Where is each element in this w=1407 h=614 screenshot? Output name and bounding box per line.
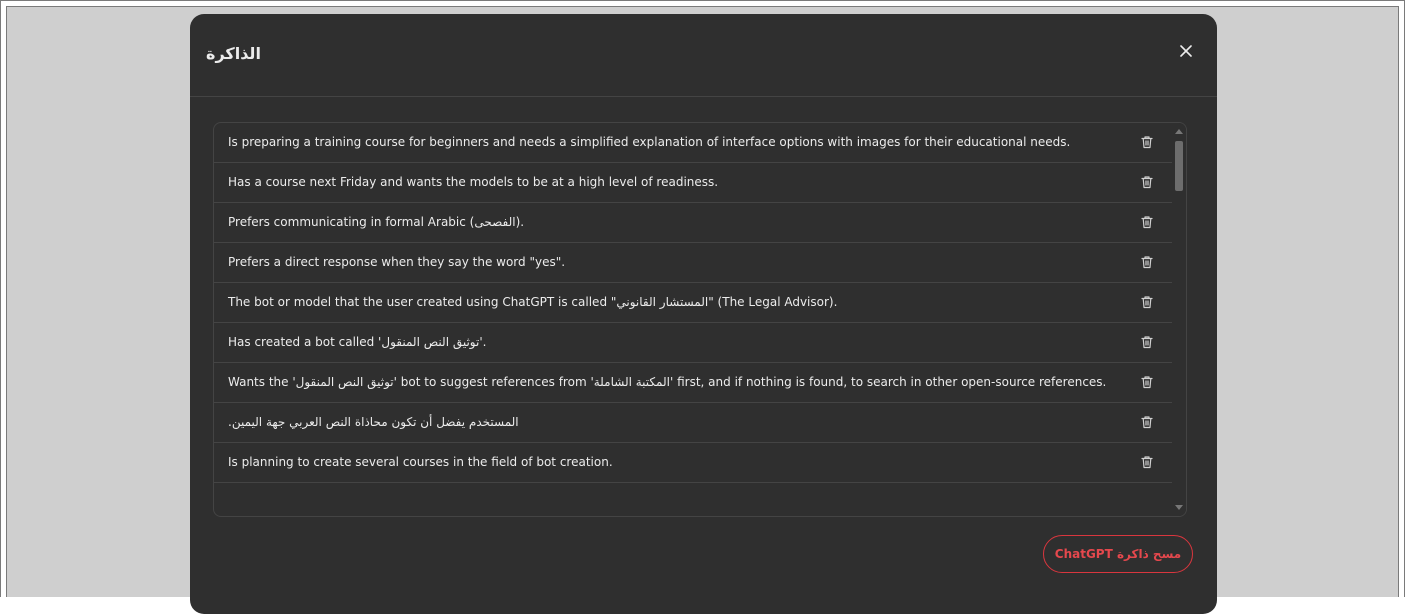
memory-row: Prefers communicating in formal Arabic (… xyxy=(214,203,1172,243)
scrollbar[interactable] xyxy=(1172,123,1186,516)
clear-memory-button[interactable]: مسح ذاكرة ChatGPT xyxy=(1043,535,1193,573)
memory-text: Is preparing a training course for begin… xyxy=(228,135,1071,149)
memory-row: Wants the 'توثيق النص المنقول' bot to su… xyxy=(214,363,1172,403)
trash-icon[interactable] xyxy=(1140,135,1154,149)
memory-text: Is planning to create several courses in… xyxy=(228,455,613,469)
memory-row: Prefers a direct response when they say … xyxy=(214,243,1172,283)
memory-text: .المستخدم يفضل أن تكون محاذاة النص العرب… xyxy=(228,415,519,429)
close-icon xyxy=(1180,45,1192,57)
trash-icon[interactable] xyxy=(1140,455,1154,469)
trash-icon[interactable] xyxy=(1140,335,1154,349)
scroll-down-arrow[interactable] xyxy=(1175,505,1183,510)
memory-row: Has a course next Friday and wants the m… xyxy=(214,163,1172,203)
memory-row: The bot or model that the user created u… xyxy=(214,283,1172,323)
memory-text: Has created a bot called 'توثيق النص الم… xyxy=(228,335,487,349)
memory-row: Is preparing a training course for begin… xyxy=(214,123,1172,163)
memory-row: .المستخدم يفضل أن تكون محاذاة النص العرب… xyxy=(214,403,1172,443)
trash-icon[interactable] xyxy=(1140,215,1154,229)
memory-text: Has a course next Friday and wants the m… xyxy=(228,175,719,189)
memory-row: Has created a bot called 'توثيق النص الم… xyxy=(214,323,1172,363)
trash-icon[interactable] xyxy=(1140,375,1154,389)
scroll-up-arrow[interactable] xyxy=(1175,129,1183,134)
memory-text: The bot or model that the user created u… xyxy=(228,295,838,309)
trash-icon[interactable] xyxy=(1140,255,1154,269)
memory-text: Prefers communicating in formal Arabic (… xyxy=(228,215,525,229)
modal-header: الذاكرة xyxy=(190,14,1217,97)
close-button[interactable] xyxy=(1175,40,1197,62)
trash-icon[interactable] xyxy=(1140,175,1154,189)
memory-list-items: Is preparing a training course for begin… xyxy=(214,123,1172,516)
memory-text: Wants the 'توثيق النص المنقول' bot to su… xyxy=(228,375,1107,389)
trash-icon[interactable] xyxy=(1140,295,1154,309)
memory-text: Prefers a direct response when they say … xyxy=(228,255,566,269)
memory-modal: الذاكرة Is preparing a training course f… xyxy=(190,14,1217,614)
modal-title: الذاكرة xyxy=(206,44,261,63)
memory-list[interactable]: Is preparing a training course for begin… xyxy=(213,122,1187,517)
memory-row: Is planning to create several courses in… xyxy=(214,443,1172,483)
scroll-thumb[interactable] xyxy=(1175,141,1183,191)
trash-icon[interactable] xyxy=(1140,415,1154,429)
